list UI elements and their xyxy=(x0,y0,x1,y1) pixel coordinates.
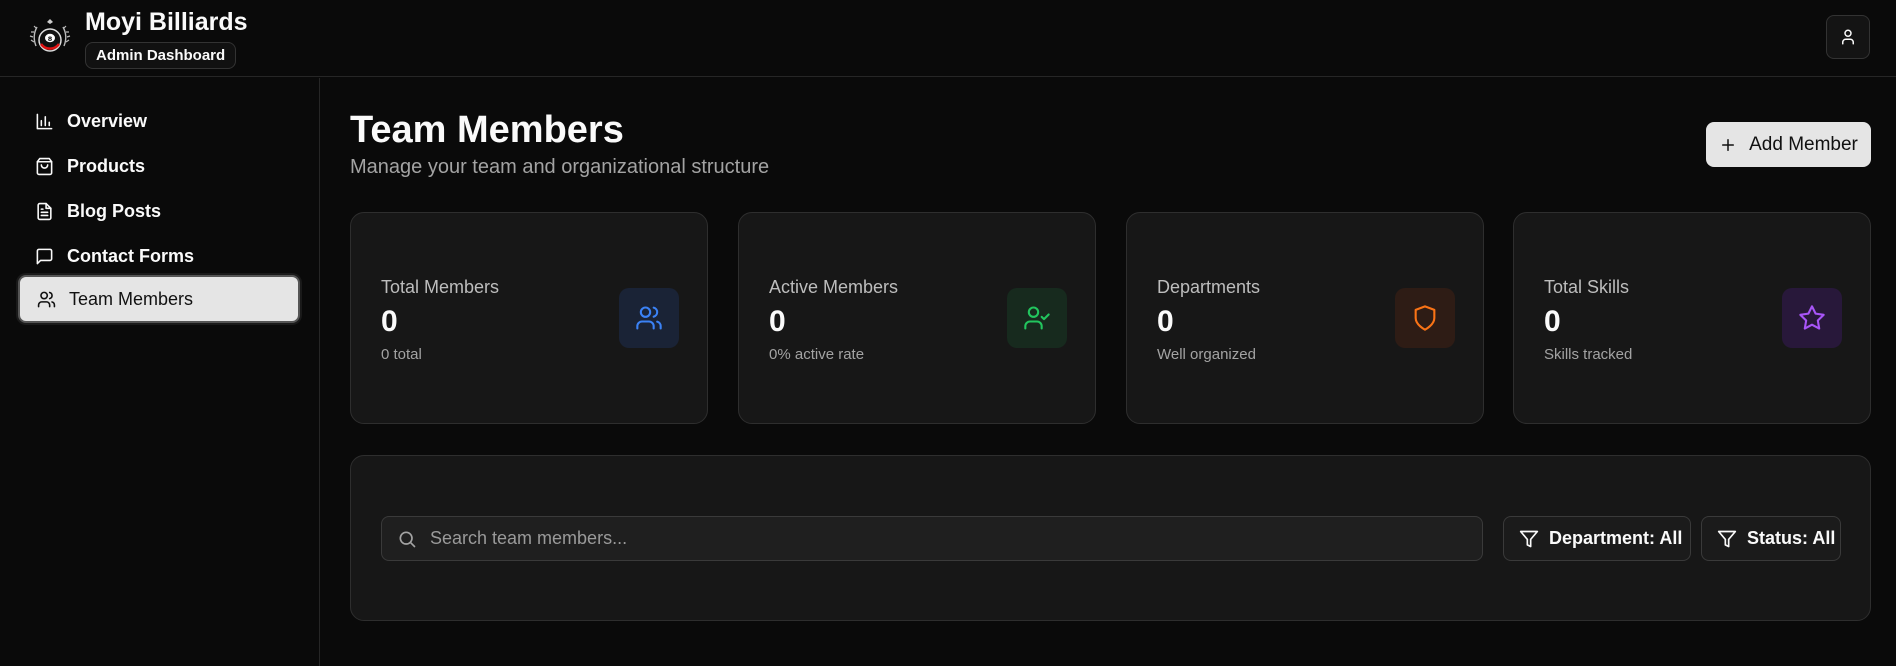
search-box xyxy=(381,516,1483,561)
users-icon xyxy=(37,291,56,307)
department-filter-label: Department: All xyxy=(1549,528,1683,548)
stat-note: 0% active rate xyxy=(769,346,865,363)
department-filter-button[interactable]: Department: All xyxy=(1503,516,1691,561)
sidebar-item-label: Team Members xyxy=(69,288,194,309)
sidebar-item-products[interactable]: Products xyxy=(18,142,300,190)
stat-value: 0 xyxy=(1544,305,1561,338)
brand-name: Moyi Billiards xyxy=(85,8,248,36)
sidebar-item-overview[interactable]: Overview xyxy=(18,97,300,145)
sidebar-item-label: Contact Forms xyxy=(67,245,195,266)
sidebar-item-label: Products xyxy=(67,155,146,176)
add-member-button[interactable]: Add Member xyxy=(1706,122,1871,167)
search-icon xyxy=(399,531,416,548)
plus-icon xyxy=(1722,138,1735,151)
shopping-bag-icon xyxy=(36,157,53,175)
sidebar-item-team-members[interactable]: Team Members xyxy=(18,275,300,323)
status-filter-label: Status: All xyxy=(1747,528,1836,548)
stat-icon-box xyxy=(1395,288,1455,348)
top-bar: 8 Moyi Billiards Admin Dashboard xyxy=(0,0,1896,77)
stat-note: Skills tracked xyxy=(1544,346,1633,363)
stat-label: Total Skills xyxy=(1544,277,1630,297)
add-member-label: Add Member xyxy=(1749,133,1858,155)
logo: 8 xyxy=(28,16,72,60)
search-input[interactable] xyxy=(430,517,1470,560)
stat-label: Total Members xyxy=(381,277,500,297)
stat-card-total-skills: Total Skills 0 Skills tracked xyxy=(1513,212,1871,424)
stat-note: Well organized xyxy=(1157,346,1256,363)
sidebar-item-label: Blog Posts xyxy=(67,200,162,221)
stat-icon-box xyxy=(619,288,679,348)
user-icon xyxy=(1842,29,1854,45)
stat-card-active-members: Active Members 0 0% active rate xyxy=(738,212,1096,424)
users-icon xyxy=(636,306,662,330)
brand-badge: Admin Dashboard xyxy=(85,42,237,69)
stat-value: 0 xyxy=(1157,305,1174,338)
filter-icon xyxy=(1519,530,1539,547)
stat-note: 0 total xyxy=(381,346,422,363)
stat-value: 0 xyxy=(769,305,786,338)
filter-panel: Department: All Status: All xyxy=(350,455,1871,621)
page-subtitle: Manage your team and organizational stru… xyxy=(350,156,770,178)
message-square-icon xyxy=(36,248,53,264)
sidebar: Overview Products Blog Posts Contact For… xyxy=(0,78,320,666)
file-text-icon xyxy=(37,202,52,220)
stat-card-departments: Departments 0 Well organized xyxy=(1126,212,1484,424)
sidebar-item-blog-posts[interactable]: Blog Posts xyxy=(18,187,300,235)
filter-icon xyxy=(1717,530,1737,547)
sidebar-item-contact-forms[interactable]: Contact Forms xyxy=(18,232,300,280)
stat-label: Active Members xyxy=(769,277,899,297)
svg-text:8: 8 xyxy=(48,35,53,43)
stat-label: Departments xyxy=(1157,277,1261,297)
user-menu-button[interactable] xyxy=(1826,15,1870,59)
user-check-icon xyxy=(1024,306,1050,330)
bar-chart-icon xyxy=(36,113,53,129)
status-filter-button[interactable]: Status: All xyxy=(1701,516,1841,561)
stat-card-total-members: Total Members 0 0 total xyxy=(350,212,708,424)
stat-icon-box xyxy=(1782,288,1842,348)
sidebar-item-label: Overview xyxy=(67,110,148,131)
stat-value: 0 xyxy=(381,305,398,338)
stat-icon-box xyxy=(1007,288,1067,348)
star-icon xyxy=(1799,305,1825,330)
page-title: Team Members xyxy=(350,109,624,151)
shield-icon xyxy=(1414,305,1436,331)
